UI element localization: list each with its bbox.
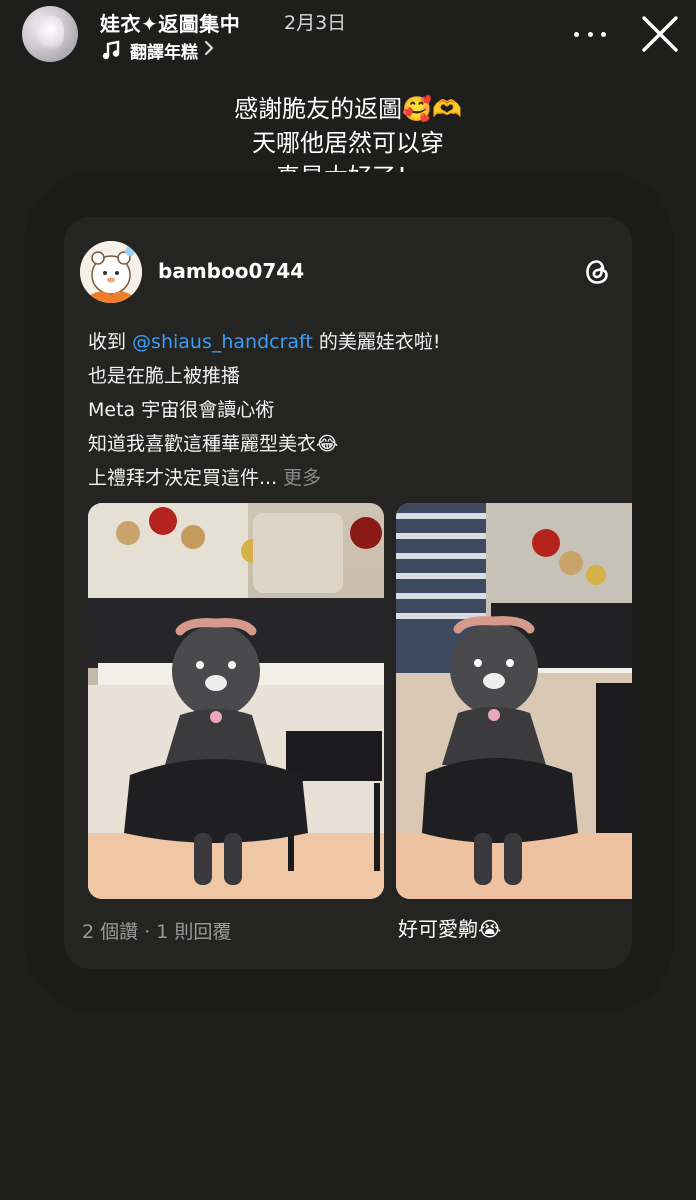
more-dot [574, 31, 579, 37]
post-line-prefix: 收到 [88, 331, 133, 353]
avatar[interactable] [22, 6, 78, 62]
more-link[interactable]: 更多 [277, 467, 321, 489]
post-photo[interactable] [88, 503, 384, 899]
more-button[interactable] [570, 14, 610, 54]
story-header: 娃衣✦返圖集中 2月3日 翻譯年糕 [0, 0, 696, 70]
story-date: 2月3日 [284, 12, 347, 34]
caption-line: 感謝脆友的返圖🥰🫶 [234, 95, 462, 123]
close-icon [642, 16, 678, 52]
post-line: 收到 @shiaus_handcraft 的美麗娃衣啦! [88, 325, 608, 359]
post-photo[interactable] [396, 503, 632, 899]
reply-text: 好可愛齁😭 [398, 917, 502, 941]
post-line: 上禮拜才決定買這件... 更多 [88, 461, 608, 495]
story-user-name[interactable]: 娃衣✦返圖集中 [100, 8, 240, 37]
music-note-icon [100, 39, 122, 61]
post-line-suffix: 的美麗娃衣啦! [312, 331, 441, 353]
music-sticker[interactable]: 翻譯年糕 [100, 38, 214, 63]
close-button[interactable] [640, 14, 680, 54]
caption-line: 天哪他居然可以穿 [252, 129, 444, 157]
post-line: Meta 宇宙很會讀心術 [88, 399, 275, 421]
mention-link[interactable]: @shiaus_handcraft [132, 331, 313, 353]
post-line: 也是在脆上被推播 [88, 365, 241, 387]
more-dot [601, 31, 606, 37]
post-text: 收到 @shiaus_handcraft 的美麗娃衣啦! 也是在脆上被推播 Me… [88, 325, 608, 495]
threads-logo-icon[interactable] [582, 257, 612, 287]
music-label: 翻譯年糕 [130, 42, 198, 63]
chevron-right-icon [204, 40, 214, 61]
post-username[interactable]: bamboo0744 [158, 259, 304, 283]
post-line-truncated: 上禮拜才決定買這件... [88, 467, 278, 489]
threads-post-card[interactable]: bamboo0744 收到 @shiaus_handcraft 的美麗娃衣啦! … [64, 217, 632, 969]
more-dot [587, 31, 593, 37]
post-line: 知道我喜歡這種華麗型美衣😂 [88, 433, 339, 455]
likes-count[interactable]: 2 個讚 · 1 則回覆 [82, 917, 231, 944]
post-avatar[interactable] [80, 241, 142, 303]
